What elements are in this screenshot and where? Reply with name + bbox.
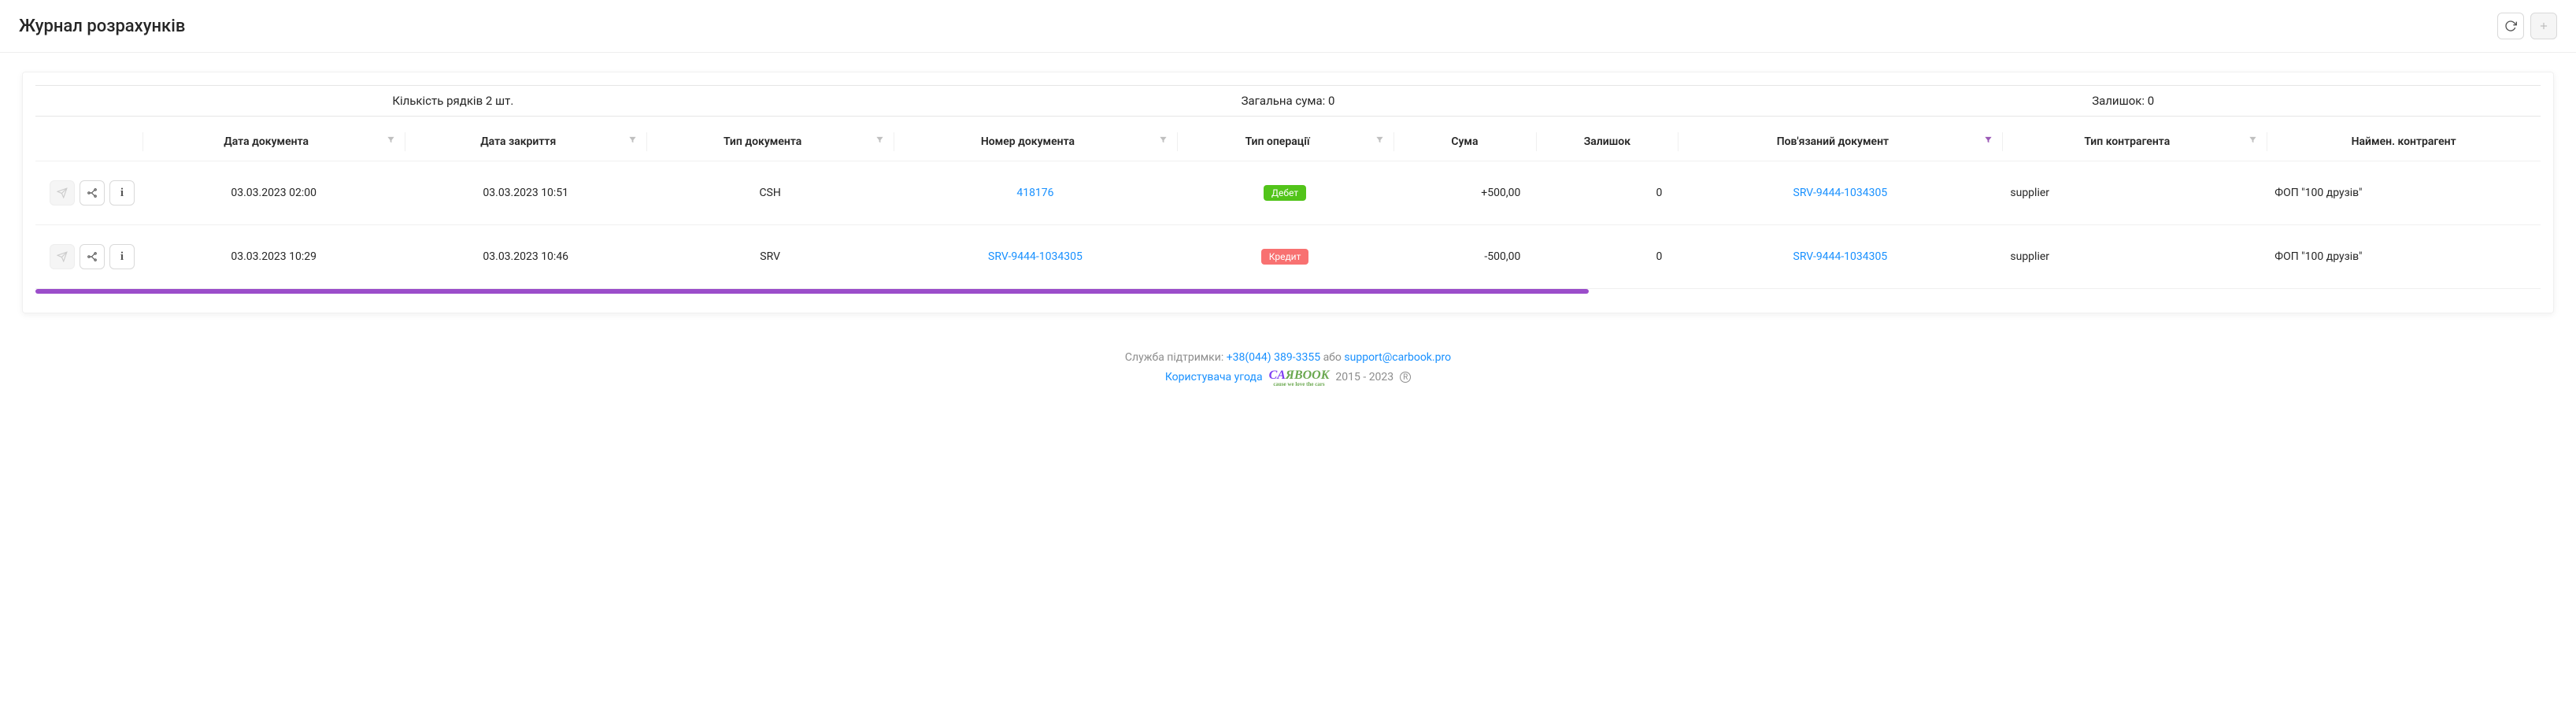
summary-total-sum: Загальна сума: 0 bbox=[871, 94, 1706, 108]
table-scroll[interactable]: Дата документа Дата закриття Тип докумен… bbox=[35, 123, 2541, 294]
col-label: Сума bbox=[1451, 135, 1478, 148]
related-doc-link[interactable]: SRV-9444-1034305 bbox=[1793, 187, 1888, 199]
footer-or: або bbox=[1323, 351, 1342, 364]
add-button bbox=[2530, 13, 2557, 39]
support-label: Служба підтримки: bbox=[1125, 351, 1223, 364]
col-doc-type[interactable]: Тип документа bbox=[646, 123, 894, 161]
support-phone-link[interactable]: +38(044) 389-3355 bbox=[1227, 351, 1320, 364]
calculations-table: Дата документа Дата закриття Тип докумен… bbox=[35, 123, 2541, 289]
tree-button[interactable] bbox=[80, 244, 105, 269]
page-title: Журнал розрахунків bbox=[19, 17, 185, 36]
tree-button[interactable] bbox=[80, 180, 105, 206]
table-row: i 03.03.2023 02:00 03.03.2023 10:51 CSH … bbox=[35, 161, 2541, 225]
cell-related-doc: SRV-9444-1034305 bbox=[1678, 161, 2002, 225]
col-label: Дата документа bbox=[224, 135, 309, 148]
filter-icon[interactable] bbox=[387, 135, 395, 144]
calculations-card: Кількість рядків 2 шт. Загальна сума: 0 … bbox=[22, 72, 2554, 313]
col-counterparty-type[interactable]: Тип контрагента bbox=[2002, 123, 2267, 161]
user-agreement-link[interactable]: Користувача угода bbox=[1165, 371, 1263, 383]
col-label: Тип документа bbox=[724, 135, 801, 148]
col-label: Номер документа bbox=[981, 135, 1075, 148]
col-label: Пов'язаний документ bbox=[1777, 135, 1889, 148]
filter-icon[interactable] bbox=[1159, 135, 1168, 144]
header-actions bbox=[2497, 13, 2557, 39]
col-label: Залишок bbox=[1584, 135, 1630, 148]
footer-support-line: Служба підтримки: +38(044) 389-3355 або … bbox=[0, 351, 2576, 364]
col-label: Дата закриття bbox=[480, 135, 556, 148]
op-type-tag: Кредит bbox=[1261, 249, 1309, 265]
col-label: Тип контрагента bbox=[2084, 135, 2170, 148]
carbook-logo: CAЯBOOK cause we love the cars bbox=[1269, 369, 1330, 386]
op-type-tag: Дебет bbox=[1264, 185, 1306, 201]
filter-icon[interactable] bbox=[1375, 135, 1384, 144]
cell-balance: 0 bbox=[1536, 161, 1678, 225]
col-op-type[interactable]: Тип операції bbox=[1177, 123, 1393, 161]
filter-icon[interactable] bbox=[628, 135, 637, 144]
page-header: Журнал розрахунків bbox=[0, 0, 2576, 53]
cell-doc-type: SRV bbox=[646, 225, 894, 289]
cell-doc-number: SRV-9444-1034305 bbox=[894, 225, 1176, 289]
cell-op-type: Дебет bbox=[1177, 161, 1393, 225]
summary-balance: Залишок: 0 bbox=[1705, 94, 2541, 108]
horizontal-scrollbar[interactable] bbox=[35, 289, 1589, 294]
cell-counterparty-name: ФОП "100 друзів" bbox=[2267, 225, 2541, 289]
filter-icon[interactable] bbox=[875, 135, 884, 144]
footer-line-2: Користувача угода CAЯBOOK cause we love … bbox=[0, 369, 2576, 386]
col-counterparty-name[interactable]: Наймен. контрагент bbox=[2267, 123, 2541, 161]
cell-doc-date: 03.03.2023 10:29 bbox=[142, 225, 405, 289]
cell-op-type: Кредит bbox=[1177, 225, 1393, 289]
info-button[interactable]: i bbox=[109, 180, 135, 206]
col-sum[interactable]: Сума bbox=[1393, 123, 1537, 161]
cell-counterparty-name: ФОП "100 друзів" bbox=[2267, 161, 2541, 225]
summary-row-count: Кількість рядків 2 шт. bbox=[35, 94, 871, 108]
related-doc-link[interactable]: SRV-9444-1034305 bbox=[1793, 250, 1888, 263]
cell-counterparty-type: supplier bbox=[2002, 225, 2267, 289]
col-label: Наймен. контрагент bbox=[2352, 135, 2456, 148]
cell-close-date: 03.03.2023 10:46 bbox=[405, 225, 646, 289]
cell-related-doc: SRV-9444-1034305 bbox=[1678, 225, 2002, 289]
cell-doc-type: CSH bbox=[646, 161, 894, 225]
send-button bbox=[50, 180, 75, 206]
filter-icon[interactable] bbox=[2248, 135, 2257, 144]
cell-sum: +500,00 bbox=[1393, 161, 1537, 225]
info-button[interactable]: i bbox=[109, 244, 135, 269]
footer-years: 2015 - 2023 bbox=[1335, 371, 1393, 383]
col-balance[interactable]: Залишок bbox=[1536, 123, 1678, 161]
plus-icon bbox=[2538, 20, 2549, 31]
support-email-link[interactable]: support@carbook.pro bbox=[1344, 351, 1451, 364]
registered-icon: R bbox=[1400, 372, 1411, 383]
col-doc-date[interactable]: Дата документа bbox=[142, 123, 405, 161]
refresh-button[interactable] bbox=[2497, 13, 2524, 39]
cell-counterparty-type: supplier bbox=[2002, 161, 2267, 225]
page-footer: Служба підтримки: +38(044) 389-3355 або … bbox=[0, 332, 2576, 409]
col-doc-number[interactable]: Номер документа bbox=[894, 123, 1176, 161]
col-related-doc[interactable]: Пов'язаний документ bbox=[1678, 123, 2002, 161]
send-button bbox=[50, 244, 75, 269]
col-label: Тип операції bbox=[1245, 135, 1310, 148]
col-close-date[interactable]: Дата закриття bbox=[405, 123, 646, 161]
table-header-row: Дата документа Дата закриття Тип докумен… bbox=[35, 123, 2541, 161]
table-row: i 03.03.2023 10:29 03.03.2023 10:46 SRV … bbox=[35, 225, 2541, 289]
filter-icon-active[interactable] bbox=[1984, 135, 1993, 144]
cell-doc-number: 418176 bbox=[894, 161, 1176, 225]
cell-sum: -500,00 bbox=[1393, 225, 1537, 289]
doc-number-link[interactable]: 418176 bbox=[1016, 187, 1053, 199]
doc-number-link[interactable]: SRV-9444-1034305 bbox=[988, 250, 1083, 263]
cell-balance: 0 bbox=[1536, 225, 1678, 289]
summary-row: Кількість рядків 2 шт. Загальна сума: 0 … bbox=[35, 85, 2541, 117]
cell-close-date: 03.03.2023 10:51 bbox=[405, 161, 646, 225]
refresh-icon bbox=[2504, 20, 2517, 32]
cell-doc-date: 03.03.2023 02:00 bbox=[142, 161, 405, 225]
